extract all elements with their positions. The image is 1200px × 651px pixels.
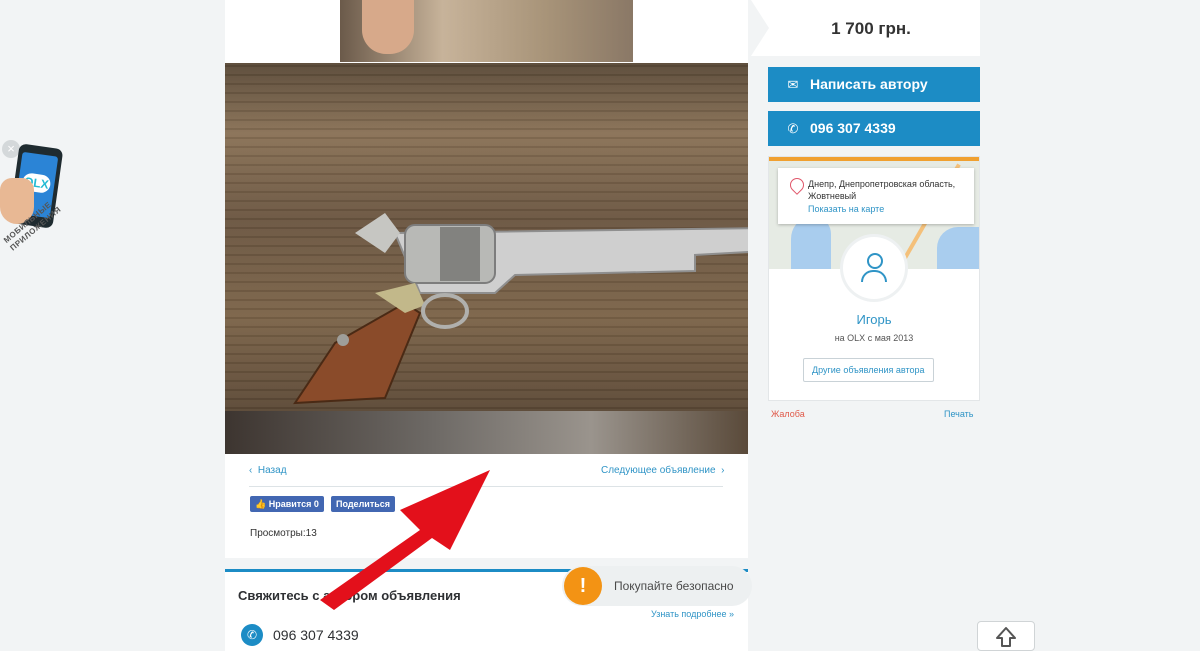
phone-number-label: 096 307 4339: [810, 120, 896, 136]
previous-photo[interactable]: [340, 0, 633, 62]
show-on-map-link[interactable]: Показать на карте: [808, 204, 884, 214]
complaint-link[interactable]: Жалоба: [771, 409, 805, 419]
map-water: [937, 227, 979, 269]
thumbs-up-icon: 👍: [255, 499, 269, 509]
phone-icon: ✆: [787, 121, 799, 136]
avatar[interactable]: [843, 237, 905, 299]
other-ads-button[interactable]: Другие объявления автора: [803, 358, 934, 382]
warning-icon: !: [564, 567, 602, 605]
write-author-label: Написать автору: [810, 76, 928, 92]
revolver-image: [293, 213, 748, 405]
write-author-button[interactable]: ✉ Написать автору: [768, 67, 980, 102]
show-phone-button[interactable]: ✆ 096 307 4339: [768, 111, 980, 146]
scroll-to-top-button[interactable]: [977, 621, 1035, 651]
seller-name[interactable]: Игорь: [769, 312, 979, 327]
contact-phone-number[interactable]: 096 307 4339: [273, 627, 359, 643]
price: 1 700 грн.: [831, 19, 911, 38]
seller-since: на OLX с мая 2013: [834, 333, 914, 343]
chevron-left-icon: ‹: [249, 465, 258, 476]
user-icon-body: [861, 270, 887, 282]
mobile-app-promo[interactable]: × OLX МОБИЛЬНЫЕ ПРИЛОЖЕНИЯ: [0, 138, 90, 288]
nav-next-label: Следующее объявление: [601, 465, 716, 476]
price-box: 1 700 грн.: [751, 0, 980, 56]
photo-bottom: [225, 411, 748, 454]
main-photo[interactable]: [225, 63, 748, 454]
envelope-icon: ✉: [787, 77, 799, 92]
seller-card: Днепр, Днепропетровская область, Жовтнев…: [768, 156, 980, 401]
nav-next-link[interactable]: Следующее объявление ›: [601, 465, 724, 476]
annotation-arrow-icon: [320, 470, 490, 610]
user-icon: [867, 253, 883, 269]
address-box: Днепр, Днепропетровская область, Жовтнев…: [778, 168, 974, 224]
phone-icon: ✆: [241, 624, 263, 646]
views-label: Просмотры:: [250, 528, 306, 539]
map-road: [769, 157, 979, 161]
buy-safely-badge[interactable]: ! Покупайте безопасно: [562, 566, 752, 606]
photo-finger: [362, 0, 414, 54]
buy-safely-label: Покупайте безопасно: [614, 579, 734, 593]
address-text: Днепр, Днепропетровская область, Жовтнев…: [808, 179, 956, 201]
learn-more-link[interactable]: Узнать подробнее »: [651, 609, 734, 619]
chevron-right-icon: ›: [715, 465, 725, 476]
nav-back-link[interactable]: ‹ Назад: [249, 465, 287, 476]
nav-back-label: Назад: [257, 465, 287, 476]
map-water: [791, 219, 831, 269]
location-pin-icon: [787, 175, 807, 195]
print-link[interactable]: Печать: [944, 409, 973, 419]
arrow-up-icon: [996, 627, 1016, 647]
